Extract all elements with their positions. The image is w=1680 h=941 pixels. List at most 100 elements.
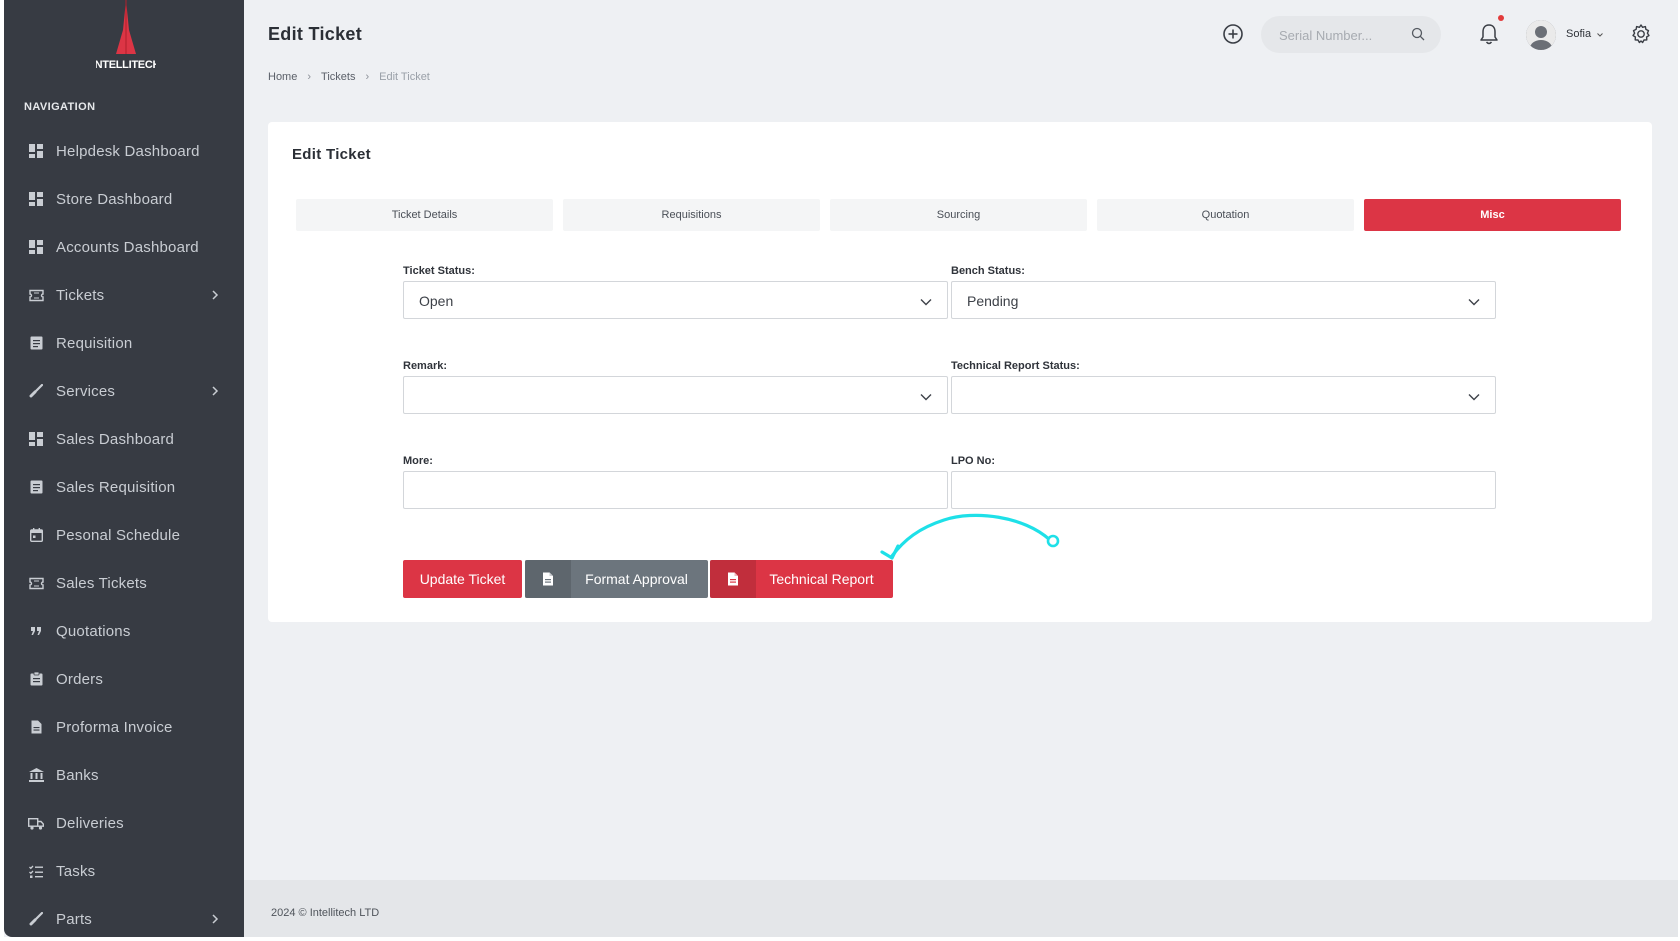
lpo-no-label: LPO No: [951,455,995,467]
avatar[interactable] [1526,20,1556,50]
screen: INTELLITECH NAVIGATION Helpdesk Dashboar… [0,0,1680,941]
bench-status-label: Bench Status: [951,265,1025,277]
sidebar-item-pesonal-schedule[interactable]: Pesonal Schedule [4,511,244,559]
sidebar-item-label: Orders [56,670,104,688]
format-approval-label: Format Approval [585,571,688,587]
sidebar-item-label: Sales Tickets [56,574,147,592]
chevron-down-icon [919,295,933,307]
list-icon [28,479,44,495]
tasks-icon [28,863,44,879]
wrench-icon [28,383,44,399]
chevron-down-icon [1467,295,1481,307]
sidebar-item-tasks[interactable]: Tasks [4,847,244,895]
breadcrumb: Home › Tickets › Edit Ticket [268,71,430,83]
dashboard-icon [28,191,44,207]
sidebar-item-label: Tickets [56,286,105,304]
sidebar-item-label: Store Dashboard [56,190,173,208]
chevron-right-icon [208,288,222,302]
tab-misc[interactable]: Misc [1364,199,1621,231]
breadcrumb-separator: › [365,71,370,83]
ticket-status-value: Open [419,293,454,309]
sidebar-item-label: Parts [56,910,93,928]
update-ticket-button[interactable]: Update Ticket [403,560,522,598]
sidebar-item-helpdesk-dashboard[interactable]: Helpdesk Dashboard [4,127,244,175]
ticket-icon [28,575,44,591]
sidebar: INTELLITECH NAVIGATION Helpdesk Dashboar… [4,0,244,937]
document-icon [28,719,44,735]
bank-icon [28,767,44,783]
chevron-down-icon [1467,390,1481,402]
sidebar-item-label: Pesonal Schedule [56,526,181,544]
sidebar-item-label: Services [56,382,116,400]
search-icon[interactable] [1411,27,1425,41]
ticket-status-label: Ticket Status: [403,265,475,277]
truck-icon [28,815,44,831]
breadcrumb-current: Edit Ticket [379,71,430,83]
intellitech-logo[interactable]: INTELLITECH [92,0,161,76]
ticket-tabs: Ticket Details Requisitions Sourcing Quotat… [296,199,1631,231]
dashboard-icon [28,431,44,447]
sidebar-item-label: Accounts Dashboard [56,238,199,256]
breadcrumb-home[interactable]: Home [268,71,297,83]
sidebar-item-label: Tasks [56,862,96,880]
navigation-heading: NAVIGATION [24,101,96,113]
technical-report-status-select[interactable] [951,376,1496,414]
lpo-no-input[interactable] [951,471,1496,509]
card-title: Edit Ticket [292,146,371,163]
sidebar-item-orders[interactable]: Orders [4,655,244,703]
breadcrumb-tickets[interactable]: Tickets [321,71,355,83]
sidebar-item-store-dashboard[interactable]: Store Dashboard [4,175,244,223]
bell-icon[interactable] [1478,22,1500,46]
remark-select[interactable] [403,376,948,414]
serial-search-input[interactable] [1279,25,1399,45]
add-circle-icon[interactable] [1222,23,1244,45]
technical-report-button[interactable]: Technical Report [710,560,893,598]
sidebar-item-sales-tickets[interactable]: Sales Tickets [4,559,244,607]
ticket-status-select[interactable]: Open [403,281,948,319]
dashboard-icon [28,143,44,159]
update-ticket-label: Update Ticket [419,571,506,587]
more-input[interactable] [403,471,948,509]
document-icon [710,560,756,598]
sidebar-item-deliveries[interactable]: Deliveries [4,799,244,847]
sidebar-item-accounts-dashboard[interactable]: Accounts Dashboard [4,223,244,271]
sidebar-item-quotations[interactable]: Quotations [4,607,244,655]
tab-requisitions[interactable]: Requisitions [563,199,820,231]
sidebar-item-label: Deliveries [56,814,124,832]
edit-ticket-card: Edit Ticket Ticket Details Requisitions So… [268,122,1652,622]
tab-ticket-details[interactable]: Ticket Details [296,199,553,231]
sidebar-item-requisition[interactable]: Requisition [4,319,244,367]
user-menu[interactable]: Sofia [1566,28,1604,40]
sidebar-item-label: Sales Dashboard [56,430,175,448]
sidebar-item-label: Helpdesk Dashboard [56,142,200,160]
format-approval-button[interactable]: Format Approval [525,560,708,598]
sidebar-item-label: Proforma Invoice [56,718,173,736]
tab-sourcing[interactable]: Sourcing [830,199,1087,231]
chevron-down-icon [1596,30,1604,38]
footer-copyright: 2024 © Intellitech LTD [271,907,380,919]
user-name: Sofia [1566,28,1592,40]
sidebar-item-proforma-invoice[interactable]: Proforma Invoice [4,703,244,751]
serial-search [1261,16,1441,53]
notification-dot [1498,15,1504,21]
chevron-right-icon [208,384,222,398]
bench-status-select[interactable]: Pending [951,281,1496,319]
technical-report-label: Technical Report [769,571,874,587]
chevron-right-icon [208,912,222,926]
chevron-down-icon [919,390,933,402]
list-icon [28,335,44,351]
sidebar-item-parts[interactable]: Parts [4,895,244,937]
more-label: More: [403,455,433,467]
quote-icon [28,623,44,639]
sidebar-item-banks[interactable]: Banks [4,751,244,799]
sidebar-item-sales-dashboard[interactable]: Sales Dashboard [4,415,244,463]
gear-icon[interactable] [1630,23,1652,45]
ticket-icon [28,287,44,303]
sidebar-item-services[interactable]: Services [4,367,244,415]
tab-quotation[interactable]: Quotation [1097,199,1354,231]
technical-report-status-label: Technical Report Status: [951,360,1080,372]
dashboard-icon [28,239,44,255]
sidebar-item-sales-requisition[interactable]: Sales Requisition [4,463,244,511]
page-title: Edit Ticket [268,24,362,44]
sidebar-item-tickets[interactable]: Tickets [4,271,244,319]
